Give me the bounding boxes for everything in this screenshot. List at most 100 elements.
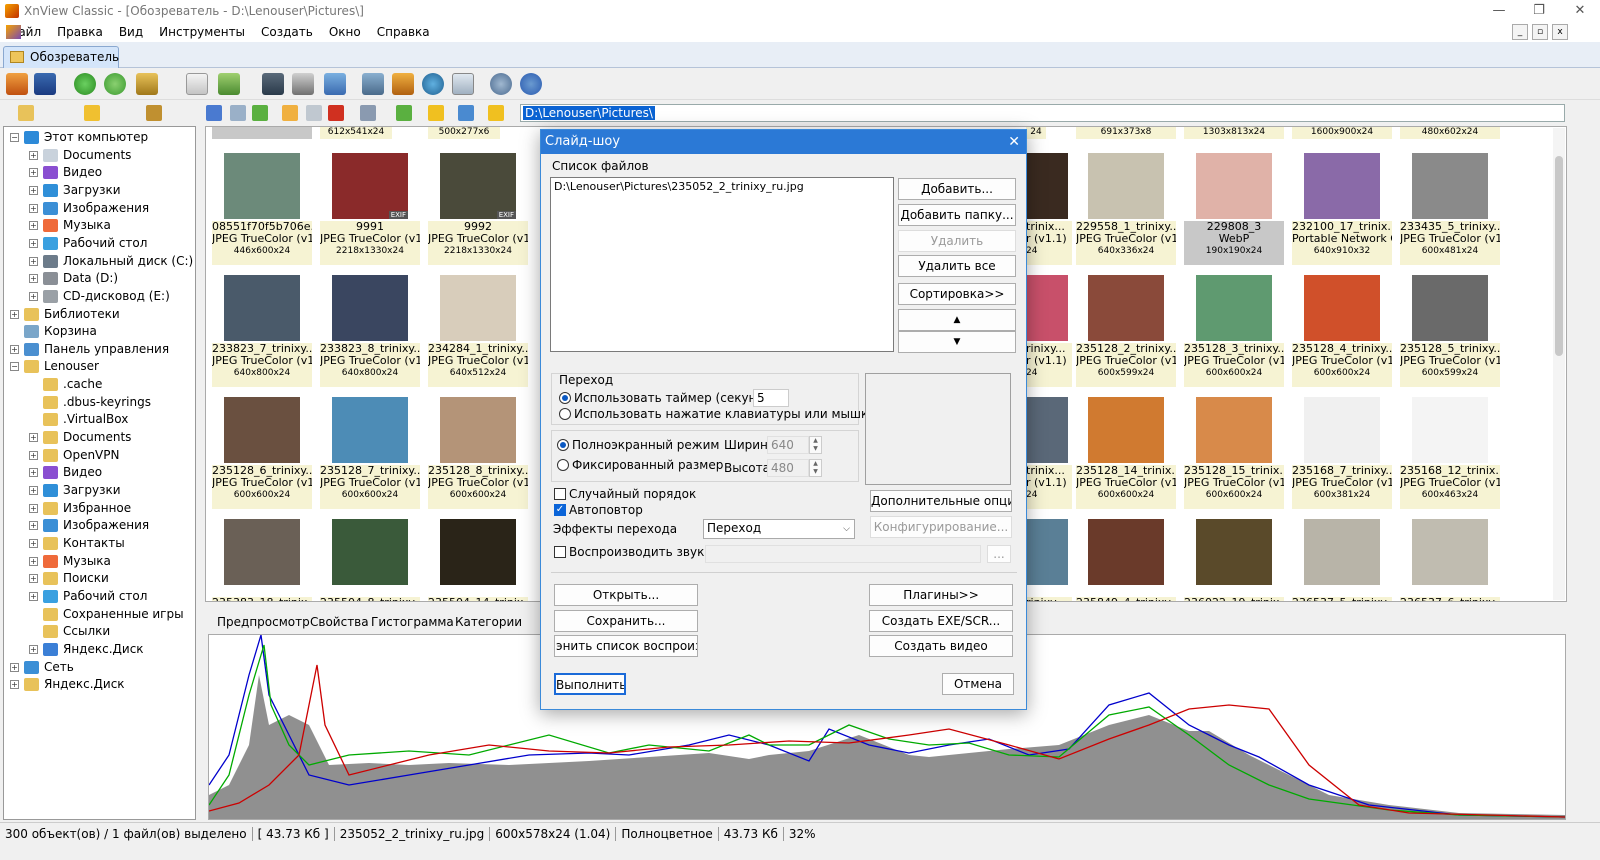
thumbnail[interactable]: 233823_8_trinixy...JPEG TrueColor (v1.1)… bbox=[320, 271, 420, 389]
info-icon[interactable] bbox=[186, 73, 208, 95]
tree-expander[interactable]: + bbox=[29, 274, 38, 284]
tree-item[interactable]: Сохраненные игры bbox=[43, 606, 184, 623]
thumbnail[interactable]: 234284_1_trinixy...JPEG TrueColor (v1.1)… bbox=[428, 271, 528, 389]
favorites-icon[interactable] bbox=[488, 105, 504, 121]
tree-item[interactable]: .cache bbox=[43, 376, 102, 393]
mdi-restore-button[interactable]: ▫ bbox=[1532, 24, 1548, 40]
refresh-icon[interactable] bbox=[74, 73, 96, 95]
web-icon[interactable] bbox=[422, 73, 444, 95]
tree-item[interactable]: Локальный диск (C:) bbox=[43, 253, 193, 270]
tree-expander[interactable]: + bbox=[29, 291, 38, 301]
tree-expander[interactable]: + bbox=[29, 238, 38, 248]
tree-item[interactable]: .VirtualBox bbox=[43, 411, 128, 428]
tree-expander[interactable]: + bbox=[29, 486, 38, 495]
tree-expander[interactable]: + bbox=[29, 150, 38, 160]
thumbnail[interactable]: 235128_7_trinixy...JPEG TrueColor (v1.1)… bbox=[320, 393, 420, 511]
save-playlist-button[interactable]: энить список воспроизведен bbox=[554, 635, 698, 657]
sort-icon[interactable] bbox=[396, 105, 412, 121]
tree-item[interactable]: Поиски bbox=[43, 570, 109, 587]
tree-expander[interactable]: − bbox=[10, 133, 19, 142]
thumbnail[interactable]: 233823_7_trinixy...JPEG TrueColor (v1.1)… bbox=[212, 271, 312, 389]
move-up-button[interactable]: ▲ bbox=[898, 309, 1016, 331]
random-order-checkbox[interactable] bbox=[554, 488, 566, 500]
tree-item[interactable]: Documents bbox=[43, 429, 131, 446]
settings-icon[interactable] bbox=[490, 73, 512, 95]
tree-item[interactable]: Музыка bbox=[43, 553, 111, 570]
tab-properties[interactable]: Свойства bbox=[310, 615, 369, 629]
thumbnail[interactable]: 235128_14_trinix...JPEG TrueColor (v1.1)… bbox=[1076, 393, 1176, 511]
thumbnail[interactable]: 235168_12_trinix...JPEG TrueColor (v1.1)… bbox=[1400, 393, 1500, 511]
configure-button[interactable]: Конфигурирование... bbox=[870, 516, 1012, 538]
binoculars-icon[interactable] bbox=[262, 73, 284, 95]
tree-item[interactable]: Рабочий стол bbox=[43, 235, 147, 252]
tree-expander[interactable]: + bbox=[29, 644, 38, 654]
thumbnail[interactable]: 235128_8_trinixy...JPEG TrueColor (v1.1)… bbox=[428, 393, 528, 511]
save-button[interactable]: Сохранить... bbox=[554, 610, 698, 632]
tree-expander[interactable]: − bbox=[10, 362, 19, 372]
thumbnail[interactable]: 235504_14_trinix... bbox=[428, 515, 528, 601]
tree-expander[interactable]: + bbox=[29, 468, 38, 478]
back-icon[interactable] bbox=[206, 105, 222, 121]
tree-item[interactable]: Lenouser bbox=[24, 358, 99, 375]
tree-item[interactable]: Яндекс.Диск bbox=[24, 676, 125, 693]
tree-item[interactable]: Яндекс.Диск bbox=[43, 641, 144, 658]
tab-browser[interactable]: Обозреватель bbox=[3, 46, 119, 68]
height-spinner[interactable]: ▲ ▼ bbox=[809, 459, 822, 477]
add-folder-button[interactable]: Добавить папку... bbox=[898, 204, 1016, 226]
thumbnail[interactable]: 235128_15_trinix...JPEG TrueColor (v1.1)… bbox=[1184, 393, 1284, 511]
more-options-button[interactable]: Дополнительные опции... bbox=[870, 490, 1012, 512]
menu-window[interactable]: Окно bbox=[329, 25, 361, 39]
tab-categories[interactable]: Категории bbox=[455, 615, 522, 629]
tree-expander[interactable]: + bbox=[29, 556, 38, 566]
categories-panel-icon[interactable] bbox=[146, 105, 162, 121]
tree-item[interactable]: Documents bbox=[43, 147, 131, 164]
move-icon[interactable] bbox=[136, 73, 158, 95]
print-icon[interactable] bbox=[292, 73, 314, 95]
tree-expander[interactable]: + bbox=[29, 591, 38, 601]
sound-path-input[interactable] bbox=[705, 545, 981, 563]
tree-item[interactable]: OpenVPN bbox=[43, 447, 119, 464]
run-button[interactable]: Выполнить bbox=[554, 673, 626, 695]
thumbnail[interactable]: 232100_17_trinix...Portable Network Gr..… bbox=[1292, 149, 1392, 267]
menu-tools[interactable]: Инструменты bbox=[159, 25, 245, 39]
tree-expander[interactable]: + bbox=[29, 574, 38, 584]
open-button[interactable]: Открыть... bbox=[554, 584, 698, 606]
slideshow-icon[interactable] bbox=[362, 73, 384, 95]
use-keyboard-radio[interactable] bbox=[559, 408, 571, 420]
tree-expander[interactable]: + bbox=[29, 256, 38, 266]
delete-button[interactable]: Удалить bbox=[898, 230, 1016, 252]
tree-item[interactable]: Музыка bbox=[43, 217, 111, 234]
thumbnail[interactable]: 229558_1_trinixy...JPEG TrueColor (v1.1)… bbox=[1076, 149, 1176, 267]
fullscreen-radio[interactable] bbox=[557, 439, 569, 451]
delete-icon[interactable] bbox=[328, 105, 344, 121]
about-icon[interactable] bbox=[520, 73, 542, 95]
tree-item[interactable]: Корзина bbox=[24, 323, 97, 340]
tree-item[interactable]: Рабочий стол bbox=[43, 588, 147, 605]
effects-select[interactable]: Переход ⌵ bbox=[703, 519, 855, 539]
monitor-icon[interactable] bbox=[392, 73, 414, 95]
tree-item[interactable]: Загрузки bbox=[43, 482, 121, 499]
close-button[interactable]: ✕ bbox=[1565, 2, 1595, 20]
rotate-icon[interactable] bbox=[104, 73, 126, 95]
export-icon[interactable] bbox=[218, 73, 240, 95]
view-mode-icon[interactable] bbox=[360, 105, 376, 121]
width-input[interactable]: 640 bbox=[767, 436, 809, 454]
tree-expander[interactable]: + bbox=[29, 521, 38, 531]
create-video-button[interactable]: Создать видео bbox=[869, 635, 1013, 657]
tree-item[interactable]: Сеть bbox=[24, 659, 74, 676]
thumbnail[interactable]: 235128_5_trinixy...JPEG TrueColor (v1.1)… bbox=[1400, 271, 1500, 389]
fixed-size-radio[interactable] bbox=[557, 459, 569, 471]
thumbnail[interactable]: trinix... r (v1.1) 24 bbox=[1026, 393, 1072, 511]
thumbnail[interactable]: 235504_8_trinixy... bbox=[320, 515, 420, 601]
thumbnail[interactable]: 236537_5_trinixy... bbox=[1292, 515, 1392, 601]
sync-icon[interactable] bbox=[458, 105, 474, 121]
tree-expander[interactable]: + bbox=[29, 185, 38, 195]
edit-icon[interactable] bbox=[306, 105, 322, 121]
tree-expander[interactable]: + bbox=[29, 433, 38, 443]
thumbnail[interactable]: 235383_18_trinix... bbox=[212, 515, 312, 601]
create-exe-button[interactable]: Создать EXE/SCR... bbox=[869, 610, 1013, 632]
tree-item[interactable]: Изображения bbox=[43, 517, 149, 534]
menu-create[interactable]: Создать bbox=[261, 25, 313, 39]
width-spinner[interactable]: ▲ ▼ bbox=[809, 436, 822, 454]
autorepeat-checkbox[interactable]: ✓ bbox=[554, 504, 566, 516]
